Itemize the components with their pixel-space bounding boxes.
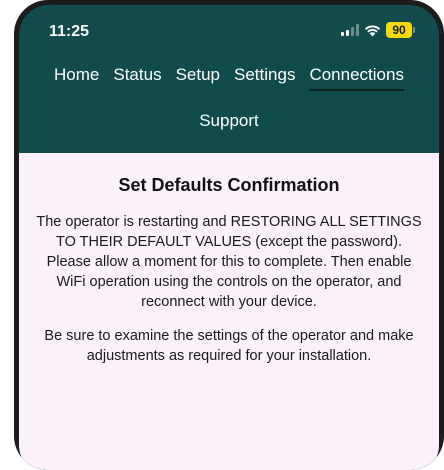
wifi-icon	[364, 24, 381, 36]
nav-item-home[interactable]: Home	[54, 65, 99, 91]
phone-frame: 11:25 90 Home Status Setup Settings Conn…	[14, 0, 444, 470]
page-title: Set Defaults Confirmation	[118, 175, 340, 195]
signal-icon	[341, 24, 359, 36]
nav-item-settings[interactable]: Settings	[234, 65, 295, 91]
main-nav: Home Status Setup Settings Connections S…	[19, 65, 439, 135]
app-screen: 11:25 90 Home Status Setup Settings Conn…	[19, 5, 439, 470]
battery-icon: 90	[386, 22, 415, 38]
status-icons: 90	[341, 22, 415, 38]
nav-item-setup[interactable]: Setup	[176, 65, 220, 91]
restart-message: The operator is restarting and RESTORING…	[36, 214, 422, 310]
status-bar: 11:25 90	[19, 5, 439, 53]
confirmation-panel: Set Defaults Confirmation The operator i…	[19, 153, 439, 470]
nav-item-status[interactable]: Status	[113, 65, 161, 91]
nav-row-secondary: Support	[19, 111, 439, 135]
nav-row-primary: Home Status Setup Settings Connections	[19, 65, 439, 91]
nav-item-support[interactable]: Support	[199, 111, 259, 135]
nav-item-connections[interactable]: Connections	[309, 65, 404, 91]
battery-level: 90	[386, 22, 412, 38]
status-time: 11:25	[49, 23, 90, 40]
settings-advice: Be sure to examine the settings of the o…	[44, 328, 414, 364]
